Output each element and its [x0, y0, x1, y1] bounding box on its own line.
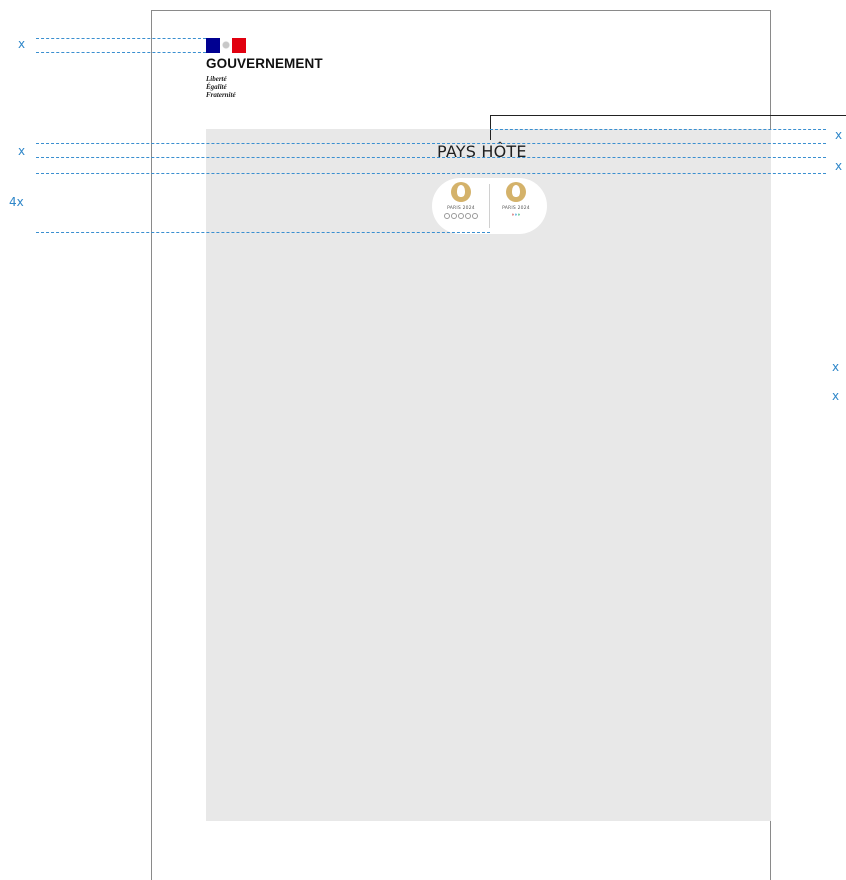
motto-egalite: Égalité	[206, 83, 227, 91]
guide-line	[490, 129, 826, 130]
guide-line	[36, 143, 826, 144]
motto-fraternite: Fraternité	[206, 91, 236, 99]
paralympic-emblem: PARIS 2024 ◗◗◗	[498, 182, 534, 218]
olympic-medal-icon	[451, 182, 471, 202]
paralympic-medal-icon	[506, 182, 526, 202]
measure-mark-left-top: x	[18, 37, 26, 51]
guide-line	[36, 52, 206, 53]
measure-mark-left-middle: x	[18, 144, 26, 158]
olympic-emblem: PARIS 2024	[443, 182, 479, 219]
olympic-wordmark: PARIS 2024	[447, 206, 475, 211]
measure-mark-right-2: x	[835, 159, 843, 173]
motto-liberte: Liberté	[206, 75, 227, 83]
measure-mark-left-bottom: 4x	[9, 195, 24, 209]
french-flag-icon	[206, 38, 246, 53]
logo-divider	[489, 184, 490, 228]
measure-mark-right-1: x	[835, 128, 843, 142]
republic-motto: Liberté Égalité Fraternité	[206, 75, 236, 99]
guide-line	[36, 157, 826, 158]
paralympic-wordmark: PARIS 2024	[502, 206, 530, 211]
paris-2024-logo-pill: PARIS 2024 PARIS 2024 ◗◗◗	[432, 178, 547, 234]
olympic-rings-icon	[443, 213, 479, 219]
guide-line	[36, 232, 490, 233]
callout-line-horizontal	[490, 115, 846, 116]
host-country-label: PAYS HÔTE	[437, 142, 527, 161]
measure-mark-right-4: x	[832, 389, 840, 403]
government-name: GOUVERNEMENT	[206, 56, 323, 71]
callout-line-vertical	[490, 115, 491, 140]
guide-line	[36, 173, 826, 174]
agitos-icon: ◗◗◗	[511, 212, 521, 218]
measure-mark-right-3: x	[832, 360, 840, 374]
guide-line	[36, 38, 206, 39]
